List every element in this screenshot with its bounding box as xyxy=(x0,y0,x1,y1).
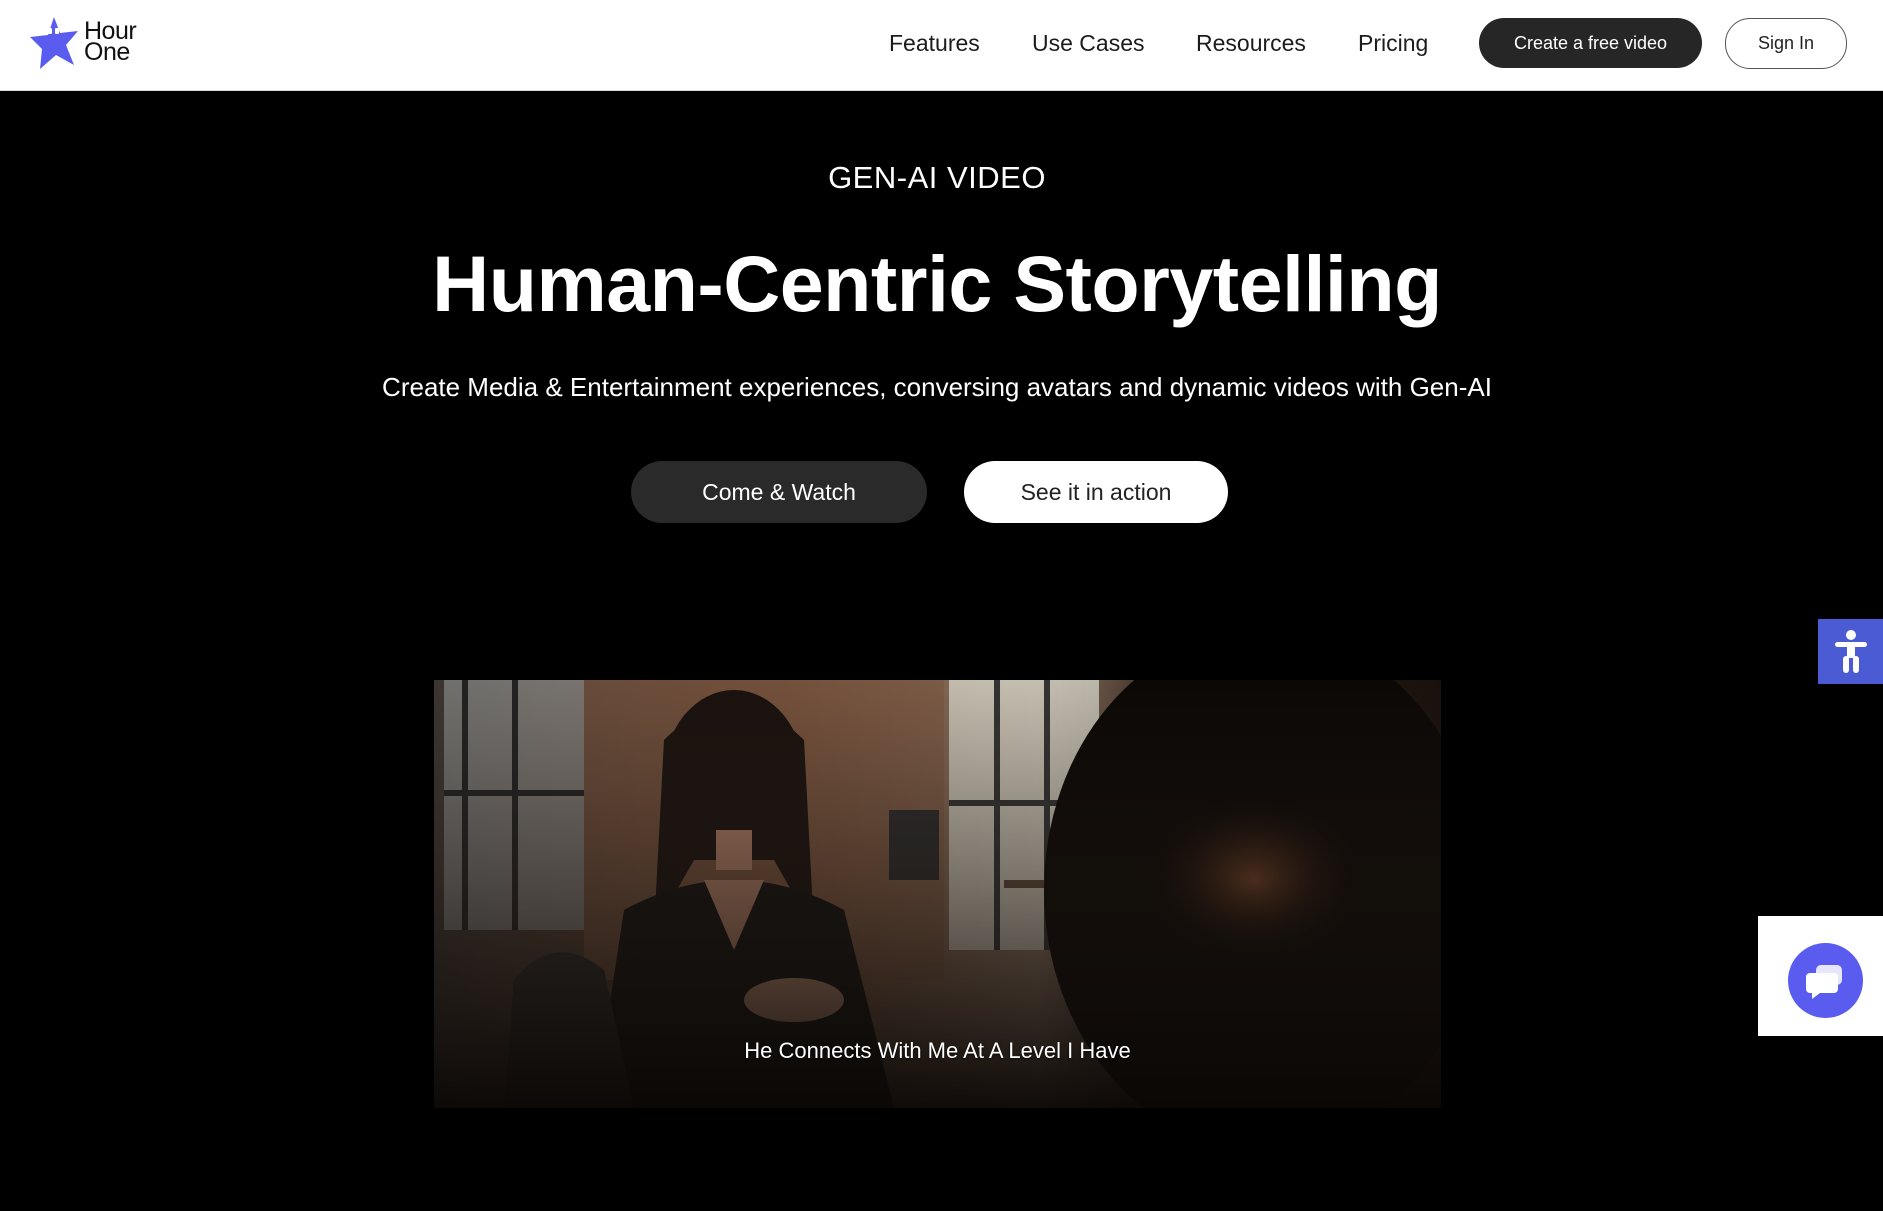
logo-wordmark: Hour One xyxy=(84,19,137,66)
chat-launcher-button[interactable] xyxy=(1788,943,1863,1018)
chat-widget-panel xyxy=(1758,916,1883,1036)
top-navigation-bar: Hour One Features Use Cases Resources Pr… xyxy=(0,0,1883,91)
hero-title: Human-Centric Storytelling xyxy=(432,239,1442,328)
accessibility-icon xyxy=(1834,629,1867,673)
star-mascot-icon xyxy=(30,17,78,69)
come-and-watch-button[interactable]: Come & Watch xyxy=(631,461,927,523)
create-free-video-button[interactable]: Create a free video xyxy=(1479,18,1702,68)
see-it-in-action-button[interactable]: See it in action xyxy=(964,461,1228,523)
nav-item-features[interactable]: Features xyxy=(889,27,980,59)
nav-item-resources[interactable]: Resources xyxy=(1196,27,1306,59)
chat-bubble-icon xyxy=(1805,964,1842,999)
nav-item-pricing[interactable]: Pricing xyxy=(1358,27,1428,59)
hero-video-player[interactable]: He Connects With Me At A Level I Have xyxy=(434,680,1441,1108)
hour-one-logo[interactable]: Hour One xyxy=(28,15,158,71)
accessibility-toggle[interactable] xyxy=(1818,619,1883,684)
hero-eyebrow: GEN-AI VIDEO xyxy=(828,160,1046,195)
hero-subtitle: Create Media & Entertainment experiences… xyxy=(382,372,1492,402)
logo-wordmark-line2: One xyxy=(84,38,130,66)
nav-item-use-cases[interactable]: Use Cases xyxy=(1032,27,1144,59)
video-caption: He Connects With Me At A Level I Have xyxy=(744,1038,1131,1063)
sign-in-button[interactable]: Sign In xyxy=(1725,18,1847,69)
